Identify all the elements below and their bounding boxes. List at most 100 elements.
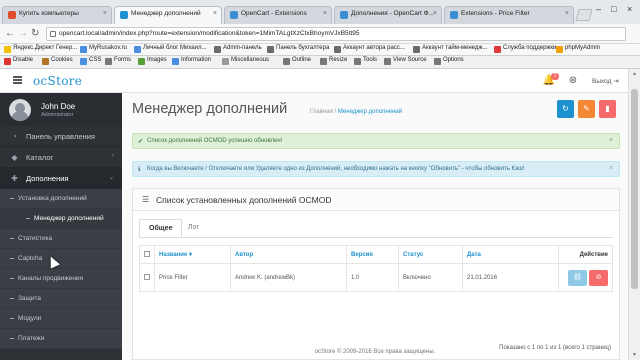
menu-toggle-icon[interactable] [13,76,22,84]
information-menu[interactable]: Information [172,57,211,65]
resize-icon [320,58,327,65]
options-icon [434,58,441,65]
bookmark-item[interactable]: Аккаунт тайм-менедж... [413,45,487,53]
css-icon [80,58,87,65]
close-alert-icon[interactable]: × [609,165,613,172]
bookmarks-bar: Яндекс.Директ Генер... MyRusakov.ru Личн… [0,44,640,56]
close-tab-icon[interactable]: × [565,10,569,17]
bookmark-favicon-icon [80,46,87,53]
logout-link[interactable]: Выход ⇥ [592,77,619,85]
sidebar-subitem-installer[interactable]: Установка дополнений [0,189,122,209]
bookmark-favicon-icon [556,46,563,53]
sidebar-subitem-payments[interactable]: Платежи [0,329,122,349]
close-tab-icon[interactable]: × [433,10,437,17]
column-version[interactable]: Версия [346,245,399,264]
bookmark-favicon-icon [494,46,501,53]
cookies-menu[interactable]: Cookies [42,57,73,65]
tools-menu[interactable]: Tools [354,57,377,65]
sidebar: John Doe Administrator ◔ Панель управлени… [0,93,122,360]
refresh-button[interactable]: ↻ [557,100,574,118]
sidebar-subitem-analytics[interactable]: Статистика [0,229,122,249]
bookmark-item[interactable]: Аккаунт автора расс... [334,45,405,53]
outline-menu[interactable]: Outline [283,57,311,65]
close-window-icon[interactable]: × [627,4,632,14]
app-header: ocStore 🔔 1 ⊛ Выход ⇥ [0,69,628,93]
bookmark-item[interactable]: Личный блог Михаил... [134,45,206,53]
disable-button[interactable]: ⊘ [589,269,608,286]
user-name: John Doe [41,102,76,111]
bookmark-item[interactable]: MyRusakov.ru [80,45,127,53]
reload-icon[interactable]: ↻ [31,28,39,40]
column-date[interactable]: Дата [462,245,559,264]
close-tab-icon[interactable]: × [103,10,107,17]
tab-general[interactable]: Общее [139,219,183,238]
breadcrumb-home[interactable]: Главная [310,109,333,115]
modifications-panel: ☰ Список установленных дополнений OCMOD О… [132,188,620,360]
sidebar-subitem-modifications[interactable]: Менеджер дополнений [0,209,122,229]
link-button[interactable]: ⛓ [568,269,587,286]
sidebar-subitem-modules[interactable]: Модули [0,309,122,329]
bookmark-item[interactable]: Яндекс.Директ Генер... [4,45,77,53]
images-menu[interactable]: Images [138,57,167,65]
resize-menu[interactable]: Resize [320,57,347,65]
select-all-checkbox[interactable] [144,250,150,257]
forms-menu[interactable]: Forms [105,57,131,65]
disable-menu[interactable]: Disable [4,57,33,65]
css-menu[interactable]: CSS [80,57,101,65]
minimize-icon[interactable]: – [596,4,601,14]
bookmark-item[interactable]: phpMyAdmin [556,45,600,53]
sidebar-item-extensions[interactable]: ✚ Дополнения ⌄ [0,168,122,189]
sidebar-subitem-fraud[interactable]: Защита [0,289,122,309]
chevron-down-icon: ⌄ [108,175,114,181]
column-author[interactable]: Автор [230,245,347,264]
new-tab-button[interactable] [575,9,593,21]
modifications-table: Название ▾ Автор Версия Статус Дата Дейс… [139,245,613,292]
puzzle-icon: ✚ [11,174,18,183]
breadcrumb-current[interactable]: Менеджер дополнений [338,109,402,115]
scroll-up-icon[interactable]: ▲ [632,71,637,77]
column-status[interactable]: Статус [398,245,463,264]
sidebar-item-dashboard[interactable]: ◔ Панель управления [0,126,122,147]
miscellaneous-menu[interactable]: Miscellaneous [222,57,269,65]
browser-tab-1[interactable]: Купить компьютеры × [2,6,112,24]
forms-icon [105,58,112,65]
tab-log[interactable]: Лог [179,219,208,238]
bookmark-favicon-icon [334,46,341,53]
miscellaneous-icon [222,58,229,65]
dashboard-icon: ◔ [12,132,17,141]
bookmark-item[interactable]: Служба поддержки [494,45,556,53]
view-source-menu[interactable]: View Source [384,57,427,65]
url-input[interactable]: opencart.local/admin/index.php?route=ext… [46,27,626,41]
close-alert-icon[interactable]: × [609,137,613,144]
page-scrollbar[interactable]: ▲ ▼ [628,69,640,360]
close-tab-icon[interactable]: × [213,10,217,17]
browser-tab-3[interactable]: OpenCart - Extensions × [224,6,332,24]
scroll-down-icon[interactable]: ▼ [632,352,637,358]
scrollbar-thumb[interactable] [631,89,638,289]
logo[interactable]: ocStore [33,74,82,88]
info-alert: ℹ Когда вы Включаете / Отключаете или Уда… [132,161,620,177]
sidebar-subitem-feeds[interactable]: Каналы продвижения [0,269,122,289]
back-arrow-icon[interactable]: ← [5,28,15,40]
browser-tab-5[interactable]: Extensions - Price Filter × [444,6,574,24]
sidebar-subitem-captcha[interactable]: Captcha [0,249,122,269]
options-menu[interactable]: Options [434,57,464,65]
maximize-icon[interactable]: □ [611,4,616,14]
browser-tab-2[interactable]: Менеджер дополнений × [114,6,222,24]
row-select-cell [139,263,155,292]
row-checkbox[interactable] [144,273,150,280]
browser-tab-4[interactable]: Дополнения - OpenCart Ф... × [334,6,442,24]
site-favicon-icon [450,11,458,19]
sidebar-item-catalog[interactable]: ◆ Каталог › [0,147,122,168]
user-profile: John Doe Administrator [0,93,122,126]
bookmark-favicon-icon [4,46,11,53]
forward-arrow-icon[interactable]: → [18,28,28,40]
trash-icon: ▮ [605,104,610,113]
bookmark-item[interactable]: Admin-панель [214,45,262,53]
clear-button[interactable]: ✎ [578,100,595,118]
column-name[interactable]: Название ▾ [154,245,231,264]
delete-button[interactable]: ▮ [599,100,616,118]
bookmark-item[interactable]: Панель бухгалтера [267,45,329,53]
close-tab-icon[interactable]: × [323,10,327,17]
life-ring-icon[interactable]: ⊛ [562,73,584,89]
